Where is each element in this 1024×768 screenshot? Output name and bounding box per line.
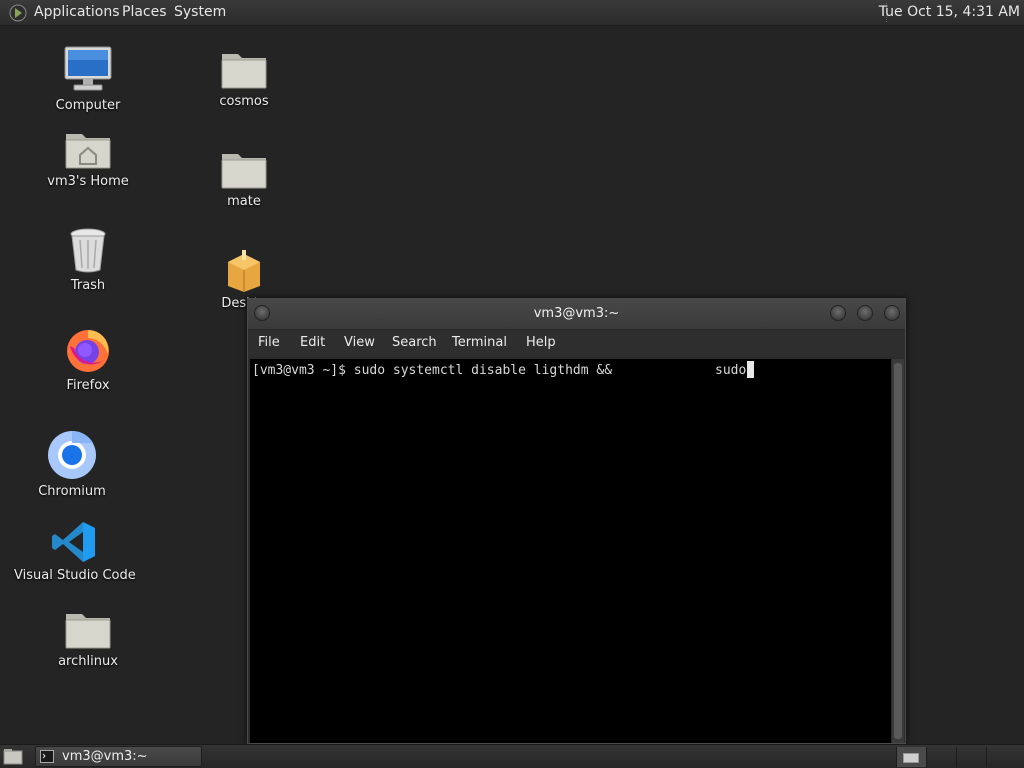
workspace-1[interactable] (896, 747, 927, 767)
desktop-icon-home[interactable]: vm3's Home (28, 128, 148, 190)
clock[interactable]: Tue Oct 15, 4:31 AM (879, 4, 1020, 21)
desktop-icon-computer[interactable]: Computer (28, 44, 148, 114)
menu-help[interactable]: Help (526, 335, 556, 351)
trash-icon (70, 228, 106, 273)
folder-icon (221, 54, 267, 89)
taskbar-item-terminal[interactable]: vm3@vm3:~ (35, 746, 202, 767)
desktop-icon-firefox[interactable]: Firefox (28, 326, 148, 394)
desktop-icon-mate[interactable]: mate (184, 148, 304, 210)
close-button[interactable] (884, 305, 900, 321)
firefox-icon (67, 330, 109, 372)
computer-icon (64, 46, 112, 91)
package-icon (228, 250, 260, 292)
desktop-icon-archlinux[interactable]: archlinux (28, 608, 148, 670)
desktop-label-cosmos: cosmos (219, 94, 269, 109)
workspace-2[interactable] (926, 747, 957, 767)
desktop-label-mate: mate (227, 194, 261, 209)
text-cursor (747, 361, 754, 378)
vscode-icon (52, 522, 95, 562)
folder-icon (221, 154, 267, 189)
workspace-3[interactable] (956, 747, 987, 767)
bottom-panel: vm3@vm3:~ (0, 744, 1024, 768)
window-title: vm3@vm3:~ (533, 306, 620, 321)
menu-view[interactable]: View (344, 335, 375, 351)
terminal-command-line: [vm3@vm3 ~]$ sudo systemctl disable ligt… (252, 363, 613, 378)
desktop-root: Applications Places System Tue Oct 15, 4… (0, 0, 1024, 768)
folder-icon (65, 614, 111, 649)
terminal-trailing-input: sudo (715, 363, 747, 378)
workspace-window-thumbnail (903, 753, 919, 763)
menu-file[interactable]: File (258, 335, 280, 351)
desktop-icon-cosmos[interactable]: cosmos (184, 48, 304, 110)
home-folder-icon (65, 134, 111, 169)
terminal-menubar: File Edit View Search Terminal Help (248, 330, 905, 357)
desktop-label-archlinux: archlinux (58, 654, 118, 669)
terminal-window[interactable]: vm3@vm3:~ File Edit View Search Terminal… (247, 298, 906, 744)
window-titlebar[interactable]: vm3@vm3:~ (248, 299, 905, 330)
desktop-label-chromium: Chromium (38, 484, 106, 499)
terminal-scrollbar[interactable] (892, 359, 904, 743)
mate-logo-icon[interactable] (9, 4, 27, 22)
taskbar-item-label: vm3@vm3:~ (62, 749, 148, 764)
desktop-icon-chromium[interactable]: Chromium (12, 430, 132, 500)
minimize-button[interactable] (830, 305, 846, 321)
show-desktop-icon[interactable] (3, 748, 23, 766)
workspace-4[interactable] (986, 747, 1017, 767)
menu-search[interactable]: Search (392, 335, 437, 351)
desktop-label-computer: Computer (55, 98, 121, 113)
menu-places[interactable]: Places (122, 4, 167, 21)
desktop-label-firefox: Firefox (66, 378, 110, 393)
top-panel: Applications Places System Tue Oct 15, 4… (0, 0, 1024, 26)
menu-edit[interactable]: Edit (300, 335, 325, 351)
menu-system[interactable]: System (174, 4, 226, 21)
terminal-output[interactable]: [vm3@vm3 ~]$ sudo systemctl disable ligt… (250, 359, 891, 743)
desktop-label-vscode: Visual Studio Code (14, 568, 136, 583)
desktop-label-home: vm3's Home (47, 174, 129, 189)
chromium-icon (48, 430, 96, 479)
maximize-button[interactable] (857, 305, 873, 321)
desktop-label-trash: Trash (70, 278, 106, 293)
desktop-icon-vscode[interactable]: Visual Studio Code (14, 520, 136, 584)
terminal-icon (40, 750, 54, 763)
menu-applications[interactable]: Applications (34, 4, 120, 21)
menu-terminal[interactable]: Terminal (452, 335, 507, 351)
scrollbar-thumb[interactable] (894, 363, 902, 739)
desktop-icon-trash[interactable]: Trash (28, 226, 148, 294)
